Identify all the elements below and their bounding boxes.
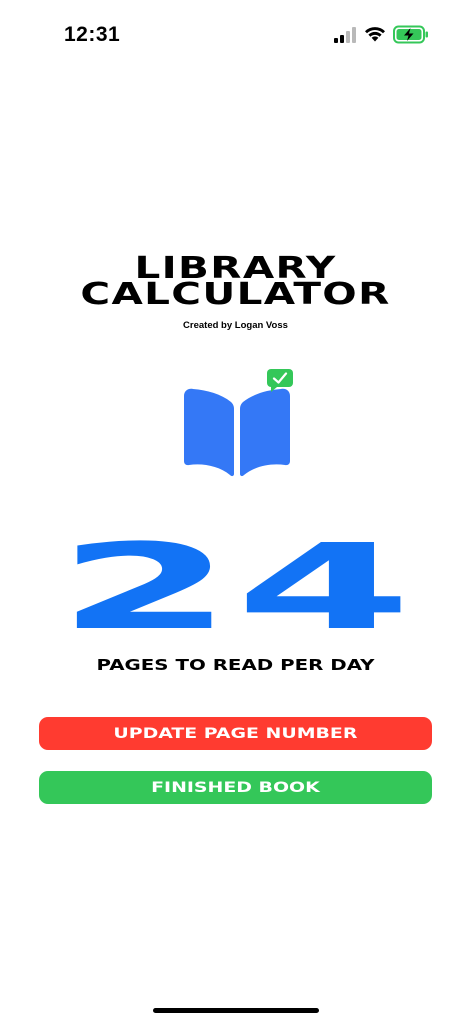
open-book-with-check-icon bbox=[184, 369, 293, 477]
home-indicator[interactable] bbox=[153, 1008, 319, 1013]
update-page-number-label: UPDATE PAGE NUMBER bbox=[113, 725, 358, 742]
app-credit: Created by Logan Voss bbox=[183, 320, 288, 331]
pages-per-day-value: 24 bbox=[56, 518, 415, 656]
app-title-line-2: CALCULATOR bbox=[80, 277, 391, 312]
finished-book-button[interactable]: FINISHED BOOK bbox=[39, 771, 432, 804]
status-time: 12:31 bbox=[64, 23, 121, 46]
app-title: LIBRARY CALCULATOR bbox=[0, 254, 471, 312]
battery-charging-icon bbox=[393, 25, 428, 44]
finished-book-label: FINISHED BOOK bbox=[151, 779, 320, 796]
update-page-number-button[interactable]: UPDATE PAGE NUMBER bbox=[39, 717, 432, 750]
pages-per-day-label: PAGES TO READ PER DAY bbox=[96, 656, 375, 674]
status-bar: 12:31 bbox=[0, 0, 471, 70]
cellular-signal-icon bbox=[334, 27, 356, 43]
wifi-icon bbox=[365, 27, 385, 42]
